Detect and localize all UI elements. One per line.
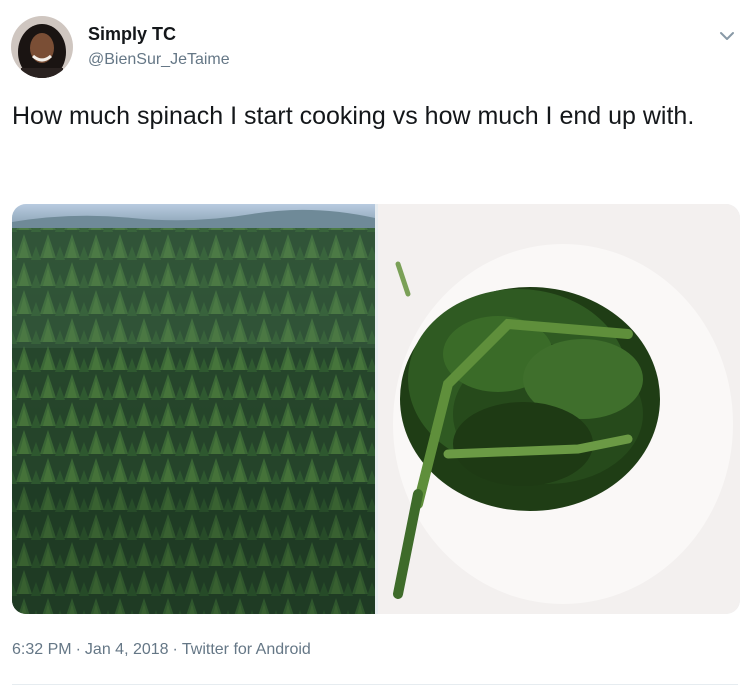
meta-separator: ·: [75, 641, 81, 658]
avatar-image: [11, 16, 73, 78]
display-name[interactable]: Simply TC: [88, 24, 176, 45]
avatar[interactable]: [11, 16, 73, 78]
tweet-meta: 6:32 PM · Jan 4, 2018 · Twitter for Android: [12, 641, 311, 659]
spinach-photo[interactable]: [378, 204, 740, 614]
tweet-source[interactable]: Twitter for Android: [182, 641, 311, 658]
tweet-text: How much spinach I start cooking vs how …: [12, 102, 695, 130]
tweet-date[interactable]: Jan 4, 2018: [85, 641, 169, 658]
tweet-time[interactable]: 6:32 PM: [12, 641, 72, 658]
tweet-media[interactable]: [12, 204, 740, 614]
forest-photo[interactable]: [12, 204, 375, 614]
chevron-down-icon[interactable]: [717, 26, 737, 46]
tweet-card: Simply TC @BienSur_JeTaime How much spin…: [0, 0, 750, 685]
meta-separator: ·: [172, 641, 178, 658]
user-handle[interactable]: @BienSur_JeTaime: [88, 51, 230, 69]
